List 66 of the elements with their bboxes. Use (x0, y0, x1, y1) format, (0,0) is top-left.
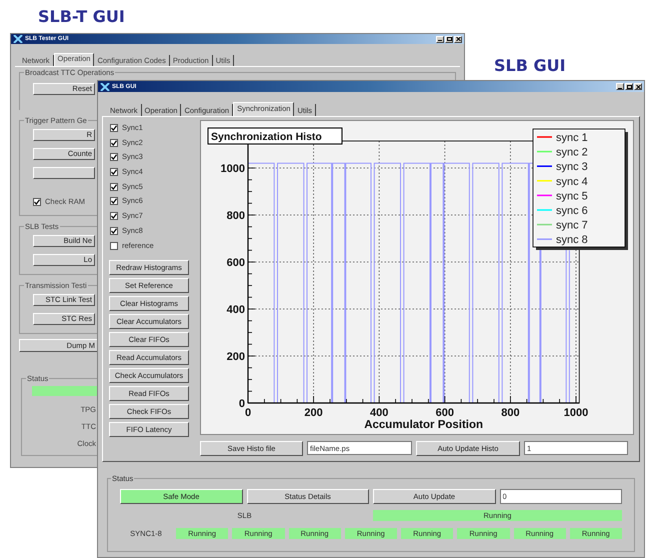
legend-label: sync 8 (556, 234, 588, 246)
checkbox[interactable] (110, 124, 118, 132)
x-logo-icon (13, 35, 23, 43)
check-icon (34, 198, 40, 205)
check-icon (111, 198, 117, 204)
close-icon (456, 37, 460, 41)
legend-entry: sync 2 (537, 146, 588, 159)
y-tick-label: 600 (226, 257, 245, 270)
minimize-button[interactable] (616, 83, 624, 90)
maximize-button[interactable] (625, 83, 633, 90)
close-button[interactable] (634, 83, 642, 90)
check-icon (111, 154, 117, 160)
legend-label: sync 1 (556, 132, 588, 144)
heading: SLB-T GUI (38, 6, 125, 28)
y-tick-label: 200 (226, 351, 245, 363)
legend-label: sync 2 (556, 146, 588, 159)
y-tick-label: 400 (226, 304, 245, 316)
legend-label: sync 3 (556, 161, 588, 174)
legend-label: sync 5 (556, 190, 588, 202)
checkbox[interactable] (110, 197, 118, 206)
checkbox[interactable] (33, 198, 41, 206)
x-tick-label: 800 (501, 407, 520, 419)
legend-entry: sync 8 (537, 234, 588, 246)
minimize-button[interactable] (436, 36, 444, 42)
x-tick-label: 1000 (564, 407, 588, 419)
x-tick-label: 200 (304, 407, 323, 419)
minimize-icon (438, 37, 442, 41)
chart-title: Synchronization Histo (208, 128, 342, 144)
legend-entry: sync 7 (537, 220, 588, 232)
maximize-icon (626, 84, 632, 88)
checkbox[interactable] (110, 226, 118, 235)
chart-title: Synchronization Histo (211, 131, 322, 143)
legend-label: sync 6 (556, 205, 588, 217)
legend-entry: sync 5 (537, 190, 588, 202)
checkbox[interactable] (110, 212, 118, 220)
check-icon (111, 213, 117, 220)
button[interactable] (33, 167, 95, 179)
check-icon (111, 169, 117, 176)
y-tick-label: 1000 (220, 163, 245, 176)
legend-entry: sync 1 (537, 132, 588, 144)
legend-label: sync 7 (556, 220, 588, 232)
x-axis-label: Accumulator Position (364, 419, 484, 431)
legend-entry: sync 4 (537, 176, 588, 188)
close-button[interactable] (454, 36, 462, 42)
y-tick-label: 0 (238, 398, 245, 410)
checkbox[interactable] (110, 168, 118, 176)
maximize-icon (446, 37, 452, 41)
check-icon (111, 125, 117, 131)
checkbox[interactable] (110, 182, 118, 191)
x-tick-label: 600 (436, 407, 454, 419)
legend-entry: sync 3 (537, 161, 588, 174)
close-icon (636, 84, 640, 88)
check-icon (111, 184, 117, 190)
x-tick-label: 400 (370, 407, 388, 419)
maximize-button[interactable] (445, 36, 453, 42)
x-logo-icon (100, 82, 110, 90)
checkbox[interactable] (110, 153, 118, 162)
checkbox[interactable] (110, 242, 118, 250)
check-icon (111, 228, 117, 234)
y-tick-label: 800 (226, 210, 245, 222)
checkbox[interactable] (110, 138, 118, 147)
check-icon (111, 140, 117, 146)
legend-entry: sync 6 (537, 205, 588, 217)
heading: SLB GUI (494, 55, 566, 77)
legend-label: sync 4 (556, 176, 588, 188)
x-tick-label: 0 (244, 407, 252, 419)
